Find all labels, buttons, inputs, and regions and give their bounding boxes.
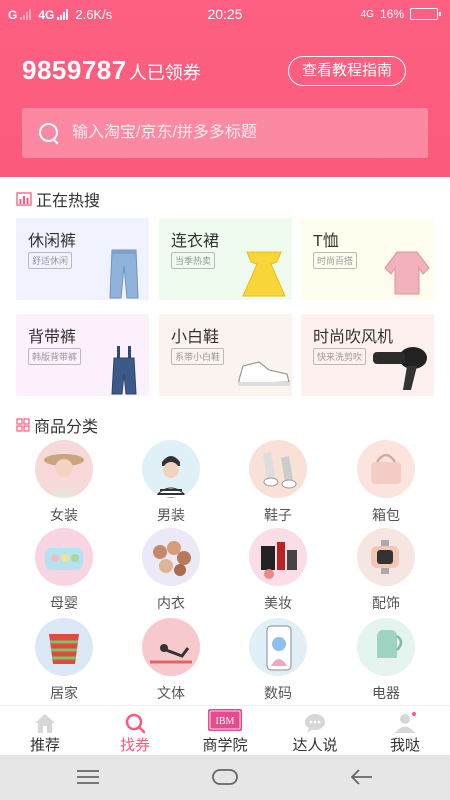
nav-tab-expert-talk[interactable]: 达人说 bbox=[270, 706, 360, 756]
search-bar[interactable] bbox=[22, 108, 428, 158]
category-label: 居家 bbox=[50, 685, 78, 701]
search-icon bbox=[125, 713, 146, 734]
nav-tab-recommend[interactable]: 推荐 bbox=[0, 706, 90, 756]
underwear-image bbox=[142, 528, 200, 586]
category-label: 美妆 bbox=[264, 595, 292, 611]
hot-item-dress[interactable]: 连衣裙 当季热卖 bbox=[159, 218, 292, 300]
coupon-number: 9859787 bbox=[22, 55, 127, 85]
sports-image bbox=[142, 618, 200, 676]
system-navigation-bar bbox=[0, 755, 450, 800]
accessories-image bbox=[357, 528, 415, 586]
categories-title: 商品分类 bbox=[16, 413, 98, 437]
category-item[interactable]: 文体 bbox=[121, 618, 221, 704]
nav-label: 推荐 bbox=[29, 737, 60, 754]
category-label: 数码 bbox=[264, 685, 292, 701]
overalls-image bbox=[111, 346, 137, 395]
chat-icon bbox=[305, 714, 325, 733]
nav-label: 商学院 bbox=[202, 737, 248, 754]
coupon-count: 9859787 人已领券 bbox=[22, 55, 201, 86]
bags-image bbox=[357, 440, 415, 498]
category-item[interactable]: 男装 bbox=[121, 440, 221, 526]
category-item[interactable]: 鞋子 bbox=[228, 440, 328, 526]
mens-clothing-image bbox=[142, 440, 200, 498]
hot-item-name: T恤 bbox=[313, 233, 339, 250]
hot-search-title: 正在热搜 bbox=[16, 187, 100, 211]
bar-chart-icon bbox=[16, 192, 32, 206]
appliance-image bbox=[357, 618, 415, 676]
nav-label: 我哒 bbox=[389, 737, 420, 754]
tutorial-guide-button[interactable]: 查看教程指南 bbox=[288, 56, 406, 86]
hot-item-tag: 舒适休闲 bbox=[28, 252, 73, 269]
nav-label: 找券 bbox=[119, 737, 150, 754]
hot-item-tag: 韩版背带裤 bbox=[28, 348, 82, 365]
home-image bbox=[35, 618, 93, 676]
grid-icon bbox=[16, 418, 30, 432]
category-item[interactable]: 母婴 bbox=[14, 528, 114, 614]
search-icon bbox=[38, 122, 60, 144]
hot-item-tag: 快来洗剪吹 bbox=[313, 348, 367, 365]
category-item[interactable]: 配饰 bbox=[336, 528, 436, 614]
category-item[interactable]: 美妆 bbox=[228, 528, 328, 614]
hot-item-name: 背带裤 bbox=[28, 329, 77, 346]
jeans-image bbox=[109, 249, 139, 299]
status-bar: G 4G 2.6K/s 20:25 4G 16% bbox=[0, 0, 450, 30]
hot-search-label: 正在热搜 bbox=[36, 193, 101, 210]
header: G 4G 2.6K/s 20:25 4G 16% 9859787 人已领券 查看… bbox=[0, 0, 450, 177]
ibm-book-icon: IBM bbox=[208, 709, 242, 731]
nav-tab-find-coupons[interactable]: 找券 bbox=[90, 706, 180, 756]
hot-item-tshirt[interactable]: T恤 时尚百搭 bbox=[301, 218, 434, 300]
nav-label: 达人说 bbox=[292, 737, 338, 754]
coupon-label: 人已领券 bbox=[128, 63, 201, 83]
bottom-navigation: 推荐 找券 IBM 商学院 达人说 我哒 bbox=[0, 705, 450, 755]
hot-item-hairdryer[interactable]: 时尚吹风机 快来洗剪吹 bbox=[301, 314, 434, 396]
hot-item-tag: 系带小白鞋 bbox=[171, 348, 225, 365]
nav-tab-business-school[interactable]: IBM 商学院 bbox=[180, 706, 270, 756]
network-type: 4G bbox=[360, 8, 374, 20]
category-label: 箱包 bbox=[372, 507, 400, 523]
hot-item-name: 小白鞋 bbox=[171, 329, 220, 346]
category-item[interactable]: 居家 bbox=[14, 618, 114, 704]
shirt-image bbox=[384, 251, 430, 295]
womens-clothing-image bbox=[35, 440, 93, 498]
digital-image bbox=[249, 618, 307, 676]
categories-label: 商品分类 bbox=[34, 419, 99, 436]
home-icon bbox=[35, 714, 55, 733]
menu-icon[interactable] bbox=[76, 767, 100, 787]
sneaker-image bbox=[238, 361, 290, 386]
category-label: 女装 bbox=[50, 507, 78, 523]
hot-item-overalls[interactable]: 背带裤 韩版背带裤 bbox=[16, 314, 149, 396]
hot-item-name: 连衣裙 bbox=[171, 233, 220, 250]
user-icon bbox=[395, 712, 416, 733]
battery-percent: 16% bbox=[379, 7, 404, 21]
nav-tab-me[interactable]: 我哒 bbox=[360, 706, 450, 756]
category-label: 文体 bbox=[157, 685, 185, 701]
category-item[interactable]: 箱包 bbox=[336, 440, 436, 526]
hot-item-name: 休闲裤 bbox=[28, 233, 77, 250]
ibm-text: IBM bbox=[216, 716, 235, 727]
home-button-icon[interactable] bbox=[211, 767, 239, 787]
category-label: 电器 bbox=[372, 685, 400, 701]
category-label: 男装 bbox=[157, 507, 185, 523]
back-arrow-icon[interactable] bbox=[350, 767, 374, 787]
category-label: 配饰 bbox=[372, 595, 400, 611]
battery-icon bbox=[410, 8, 441, 20]
dress-image bbox=[242, 251, 286, 297]
category-label: 内衣 bbox=[157, 595, 185, 611]
hot-item-casual-pants[interactable]: 休闲裤 舒适休闲 bbox=[16, 218, 149, 300]
category-label: 鞋子 bbox=[264, 507, 292, 523]
hot-item-tag: 当季热卖 bbox=[171, 252, 216, 269]
category-label: 母婴 bbox=[50, 595, 78, 611]
makeup-image bbox=[249, 528, 307, 586]
baby-image bbox=[35, 528, 93, 586]
hairdryer-image bbox=[373, 347, 427, 390]
category-item[interactable]: 内衣 bbox=[121, 528, 221, 614]
shoes-image bbox=[249, 440, 307, 498]
hot-item-tag: 时尚百搭 bbox=[313, 252, 358, 269]
category-item[interactable]: 数码 bbox=[228, 618, 328, 704]
category-item[interactable]: 电器 bbox=[336, 618, 436, 704]
category-item[interactable]: 女装 bbox=[14, 440, 114, 526]
hot-item-white-sneakers[interactable]: 小白鞋 系带小白鞋 bbox=[159, 314, 292, 396]
status-right: 4G 16% bbox=[360, 7, 441, 21]
search-input[interactable] bbox=[72, 124, 402, 142]
